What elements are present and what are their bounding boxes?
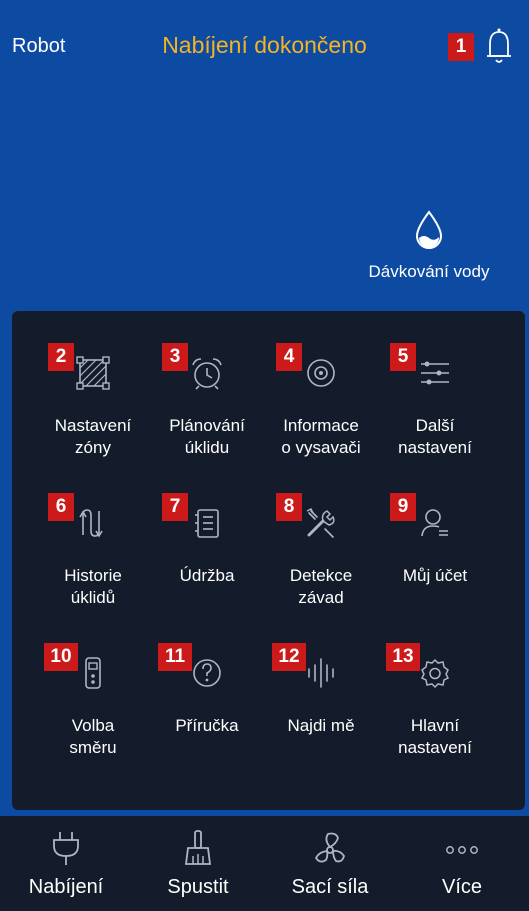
remote-control-icon xyxy=(85,657,101,689)
settings-icon xyxy=(420,658,450,689)
app-screen: Robot Nabíjení dokončeno 1 Dávkování vod… xyxy=(0,0,529,911)
bottom-navigation: Nabíjení Spustit Sací síla Více xyxy=(0,816,529,911)
more-icon xyxy=(446,846,478,854)
robot-vacuum-icon xyxy=(307,359,335,387)
tile-my-account[interactable]: 9 Můj účet xyxy=(378,493,492,643)
sliders-icon xyxy=(421,361,449,385)
tile-fault-detection[interactable]: 8 Detekce závad xyxy=(264,493,378,643)
tile-label: Hlavní nastavení xyxy=(398,716,472,757)
tile-label: Další nastavení xyxy=(398,416,472,457)
tile-badge: 13 xyxy=(386,643,420,671)
zone-icon xyxy=(76,356,110,390)
tile-badge: 8 xyxy=(276,493,302,521)
tile-badge: 5 xyxy=(390,343,416,371)
bell-icon[interactable] xyxy=(486,26,512,66)
sound-wave-icon xyxy=(308,658,334,688)
tools-icon xyxy=(306,508,335,538)
tile-cleaning-schedule[interactable]: 3 Plánování úklidu xyxy=(150,343,264,493)
nav-suction-power[interactable]: Sací síla xyxy=(264,816,396,911)
tile-label: Můj účet xyxy=(402,566,468,585)
user-icon xyxy=(421,509,448,537)
tile-label: Detekce závad xyxy=(289,566,353,607)
tile-label: Informace o vysavači xyxy=(281,416,361,457)
top-bar: Robot Nabíjení dokončeno 1 xyxy=(0,0,529,90)
menu-panel: 2 Nastavení zóny 3 Plánování úklidu 4 In… xyxy=(12,311,525,810)
alarm-clock-icon xyxy=(192,358,222,390)
tile-maintenance[interactable]: 7 Údržba xyxy=(150,493,264,643)
tile-badge: 6 xyxy=(48,493,74,521)
tile-vacuum-info[interactable]: 4 Informace o vysavači xyxy=(264,343,378,493)
tile-label: Volba směru xyxy=(69,716,117,757)
tile-label: Nastavení zóny xyxy=(54,416,132,457)
tile-more-settings[interactable]: 5 Další nastavení xyxy=(378,343,492,493)
tile-main-settings[interactable]: 13 Hlavní nastavení xyxy=(378,643,492,793)
tile-badge: 4 xyxy=(276,343,302,371)
tile-badge: 11 xyxy=(158,643,192,671)
nav-label: Více xyxy=(441,876,483,898)
tile-direction-control[interactable]: 10 Volba směru xyxy=(36,643,150,793)
nav-more[interactable]: Více xyxy=(396,816,528,911)
tile-label: Plánování úklidu xyxy=(169,416,245,457)
tile-badge: 12 xyxy=(272,643,306,671)
tile-zone-settings[interactable]: 2 Nastavení zóny xyxy=(36,343,150,493)
nav-label: Nabíjení xyxy=(28,876,104,898)
tile-label: Najdi mě xyxy=(287,716,355,735)
tile-badge: 7 xyxy=(162,493,188,521)
tile-badge: 3 xyxy=(162,343,188,371)
tile-label: Údržba xyxy=(179,566,235,585)
water-dosing-label: Dávkování vody xyxy=(368,262,490,281)
tile-badge: 9 xyxy=(390,493,416,521)
notification-badge: 1 xyxy=(448,33,474,61)
nav-label: Sací síla xyxy=(291,876,369,898)
nav-start[interactable]: Spustit xyxy=(132,816,264,911)
water-drop-icon xyxy=(415,210,443,249)
help-icon xyxy=(193,659,221,687)
path-history-icon xyxy=(79,509,103,538)
tile-badge: 2 xyxy=(48,343,74,371)
nav-charging[interactable]: Nabíjení xyxy=(0,816,132,911)
tile-badge: 10 xyxy=(44,643,78,671)
tile-label: Historie úklidů xyxy=(64,566,122,607)
list-document-icon xyxy=(195,509,219,538)
water-dosing-button[interactable]: Dávkování vody xyxy=(358,210,500,290)
fan-icon xyxy=(314,832,345,863)
broom-icon xyxy=(184,830,212,865)
plug-icon xyxy=(53,832,79,865)
nav-label: Spustit xyxy=(167,876,229,898)
tile-manual[interactable]: 11 Příručka xyxy=(150,643,264,793)
tile-cleaning-history[interactable]: 6 Historie úklidů xyxy=(36,493,150,643)
tile-label: Příručka xyxy=(175,716,239,735)
tile-find-me[interactable]: 12 Najdi mě xyxy=(264,643,378,793)
